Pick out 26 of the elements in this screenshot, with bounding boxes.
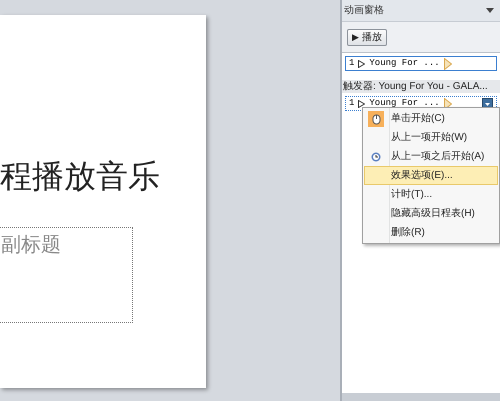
mouse-icon	[368, 111, 384, 127]
play-icon: ▶	[352, 30, 359, 44]
menu-item[interactable]: 效果选项(E)...	[364, 166, 498, 185]
timing-bar-icon	[444, 58, 452, 70]
item-label: Young For ...	[369, 96, 440, 110]
animation-item[interactable]: 1 Young For ...	[345, 56, 497, 71]
menu-item[interactable]: 单击开始(C)	[364, 109, 498, 128]
dropdown-icon[interactable]	[482, 98, 493, 109]
menu-item[interactable]: 从上一项之后开始(A)	[364, 147, 498, 166]
item-label: Young For ...	[369, 56, 440, 70]
subtitle-text: 副标题	[1, 233, 61, 258]
menu-item[interactable]: 从上一项开始(W)	[364, 128, 498, 147]
trigger-label: 触发器: Young For You - GALA...	[342, 80, 500, 93]
trigger-icon	[358, 100, 366, 108]
item-number: 1	[349, 96, 354, 110]
menu-item[interactable]: 隐藏高级日程表(H)	[364, 204, 498, 223]
play-button[interactable]: ▶ 播放	[347, 29, 387, 46]
dropdown-icon[interactable]	[486, 8, 494, 13]
subtitle-placeholder[interactable]: 副标题	[0, 227, 133, 323]
pane-title: 动画窗格	[344, 4, 385, 18]
item-number: 1	[349, 56, 354, 70]
trigger-icon	[358, 60, 366, 68]
menu-item[interactable]: 计时(T)...	[364, 185, 498, 204]
slide-title: 程播放音乐	[0, 156, 160, 196]
menu-item[interactable]: 删除(R)	[364, 223, 498, 242]
clock-icon	[371, 152, 381, 162]
